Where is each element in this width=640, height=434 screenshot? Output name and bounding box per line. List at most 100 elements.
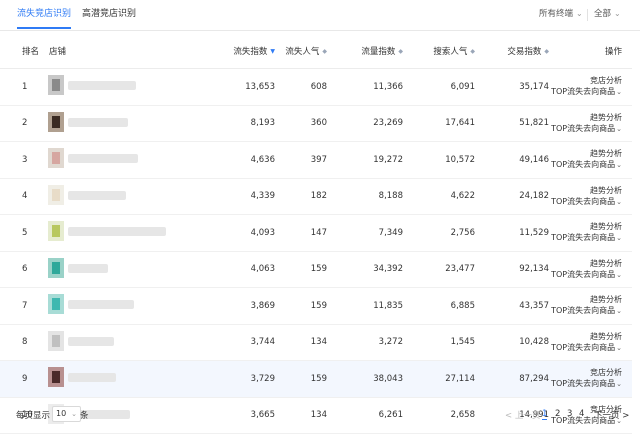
shop-name-blurred — [68, 373, 116, 382]
header-search-popularity[interactable]: 搜索人气 ◆ — [404, 34, 476, 69]
tab-loss-competitor[interactable]: 流失竞店识别 — [17, 0, 72, 29]
page-size-label: 每页显示 — [16, 411, 51, 421]
top-loss-products-label: TOP流失去向商品 — [551, 87, 616, 97]
loss-index-cell: 8,193 — [208, 105, 276, 142]
top-loss-products-label: TOP流失去向商品 — [551, 269, 616, 279]
shop-name-blurred — [68, 154, 138, 163]
terminal-filter-label: 所有终端 — [539, 9, 574, 19]
shop-cell[interactable] — [48, 141, 208, 179]
tab-high-potential-competitor[interactable]: 高潜竞店识别 — [82, 0, 136, 29]
search-popularity-cell: 2,756 — [404, 214, 476, 252]
loss-index-cell: 4,063 — [208, 251, 276, 288]
analysis-link[interactable]: 趋势分析 — [551, 331, 622, 342]
shop-avatar — [48, 221, 64, 241]
header-traffic-index[interactable]: 流量指数 ◆ — [328, 34, 404, 69]
table-row: 6 4,063 159 34,392 23,477 92,134 趋势分析 TOP流失去向商品… — [0, 251, 632, 288]
top-loss-products-dropdown[interactable]: TOP流失去向商品⌄ — [551, 159, 622, 171]
page-size-select[interactable]: 10 ⌄ — [52, 406, 81, 422]
chevron-down-icon: ⌄ — [616, 197, 622, 206]
analysis-link[interactable]: 趋势分析 — [551, 294, 622, 305]
top-loss-products-dropdown[interactable]: TOP流失去向商品⌄ — [551, 86, 622, 98]
loss-popularity-cell: 159 — [276, 251, 328, 288]
scope-filter-dropdown[interactable]: 全部 ⌄ — [594, 0, 621, 28]
operations-cell: 趋势分析 TOP流失去向商品⌄ — [550, 178, 632, 215]
operations-cell: 趋势分析 TOP流失去向商品⌄ — [550, 287, 632, 325]
header-trade-index[interactable]: 交易指数 ◆ — [476, 34, 550, 69]
analysis-link[interactable]: 趋势分析 — [551, 221, 622, 232]
analysis-link[interactable]: 趋势分析 — [551, 148, 622, 159]
operations-cell: 趋势分析 TOP流失去向商品⌄ — [550, 105, 632, 142]
top-loss-products-dropdown[interactable]: TOP流失去向商品⌄ — [551, 123, 622, 135]
shop-cell[interactable] — [48, 68, 208, 106]
header-shop: 店铺 — [48, 34, 208, 69]
top-loss-products-dropdown[interactable]: TOP流失去向商品⌄ — [551, 305, 622, 317]
table-row: 4 4,339 182 8,188 4,622 24,182 趋势分析 TOP流失去向商品⌄ — [0, 178, 632, 215]
page-1-button[interactable]: 1 — [542, 409, 548, 420]
trade-index-cell: 51,821 — [476, 105, 550, 142]
next-page-button[interactable]: 下一页 > — [594, 409, 629, 421]
analysis-link[interactable]: 竞店分析 — [551, 75, 622, 86]
analysis-link[interactable]: 趋势分析 — [551, 185, 622, 196]
header-traffic-index-label: 流量指数 — [361, 47, 396, 57]
terminal-filter-dropdown[interactable]: 所有终端 ⌄ — [539, 0, 583, 28]
top-loss-products-dropdown[interactable]: TOP流失去向商品⌄ — [551, 269, 622, 281]
prev-page-button[interactable]: < 上一页 — [505, 409, 540, 421]
shop-avatar — [48, 294, 64, 314]
chevron-down-icon: ⌄ — [614, 9, 621, 18]
header-loss-popularity-label: 流失人气 — [285, 47, 320, 57]
traffic-index-cell: 19,272 — [328, 141, 404, 179]
analysis-link[interactable]: 竞店分析 — [551, 367, 622, 378]
top-loss-products-label: TOP流失去向商品 — [551, 196, 616, 206]
chevron-down-icon: ⌄ — [616, 124, 622, 133]
table-row: 8 3,744 134 3,272 1,545 10,428 趋势分析 TOP流失去向商品⌄ — [0, 324, 632, 361]
shop-avatar — [48, 75, 64, 95]
header-trade-index-label: 交易指数 — [507, 47, 542, 57]
shop-cell[interactable] — [48, 214, 208, 252]
rank-cell: 3 — [0, 141, 48, 179]
chevron-down-icon: ⌄ — [616, 234, 622, 243]
trade-index-cell: 24,182 — [476, 178, 550, 215]
operations-cell: 趋势分析 TOP流失去向商品⌄ — [550, 141, 632, 179]
table-row: 1 13,653 608 11,366 6,091 35,174 竞店分析 TOP流失去向商品… — [0, 68, 632, 106]
header-loss-popularity[interactable]: 流失人气 ◆ — [276, 34, 328, 69]
top-loss-products-label: TOP流失去向商品 — [551, 233, 616, 243]
top-loss-products-dropdown[interactable]: TOP流失去向商品⌄ — [551, 196, 622, 208]
sort-icon: ◆ — [398, 48, 403, 55]
analysis-link[interactable]: 趋势分析 — [551, 112, 622, 123]
loss-index-cell: 4,636 — [208, 141, 276, 179]
page-3-button[interactable]: 3 — [567, 409, 572, 419]
shop-cell[interactable] — [48, 287, 208, 325]
rank-cell: 1 — [0, 68, 48, 106]
page-size-unit: 条 — [80, 411, 89, 421]
page-4-button[interactable]: 4 — [579, 409, 584, 419]
operations-cell: 趋势分析 TOP流失去向商品⌄ — [550, 324, 632, 361]
shop-cell[interactable] — [48, 105, 208, 142]
search-popularity-cell: 27,114 — [404, 360, 476, 398]
top-loss-products-dropdown[interactable]: TOP流失去向商品⌄ — [551, 378, 622, 390]
shop-cell[interactable] — [48, 178, 208, 215]
search-popularity-cell: 4,622 — [404, 178, 476, 215]
shop-avatar — [48, 367, 64, 387]
shop-avatar — [48, 111, 64, 132]
analysis-link[interactable]: 趋势分析 — [551, 258, 622, 269]
shop-cell[interactable] — [48, 324, 208, 361]
search-popularity-cell: 17,641 — [404, 105, 476, 142]
shop-name-blurred — [68, 300, 134, 309]
top-loss-products-label: TOP流失去向商品 — [551, 379, 616, 389]
header-operations: 操作 — [550, 34, 632, 69]
operations-cell: 竞店分析 TOP流失去向商品⌄ — [550, 360, 632, 398]
operations-cell: 趋势分析 TOP流失去向商品⌄ — [550, 214, 632, 252]
traffic-index-cell: 34,392 — [328, 251, 404, 288]
rank-cell: 2 — [0, 105, 48, 142]
header-loss-index[interactable]: 流失指数 ▼ — [208, 34, 276, 69]
shop-cell[interactable] — [48, 360, 208, 398]
chevron-down-icon: ⌄ — [576, 9, 583, 18]
loss-index-cell: 4,093 — [208, 214, 276, 252]
shop-name-blurred — [68, 117, 128, 127]
top-loss-products-dropdown[interactable]: TOP流失去向商品⌄ — [551, 342, 622, 354]
loss-popularity-cell: 608 — [276, 68, 328, 106]
shop-cell[interactable] — [48, 251, 208, 288]
page-2-button[interactable]: 2 — [555, 409, 560, 419]
trade-index-cell: 10,428 — [476, 324, 550, 361]
top-loss-products-dropdown[interactable]: TOP流失去向商品⌄ — [551, 232, 622, 244]
